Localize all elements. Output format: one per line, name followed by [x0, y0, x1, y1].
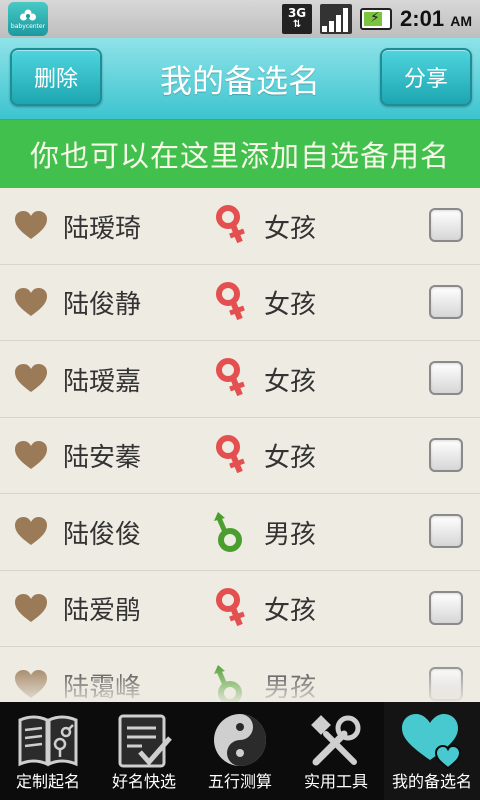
heart-icon[interactable]: [14, 363, 48, 393]
yin-yang-icon: [214, 714, 266, 766]
nav-useful-tools[interactable]: 实用工具: [288, 702, 384, 800]
list-item[interactable]: 陆霭峰 男孩: [0, 647, 480, 702]
gender-label: 男孩: [264, 672, 317, 703]
candidate-name: 陆霭峰: [63, 672, 142, 703]
tools-icon: [311, 715, 361, 766]
candidate-name: 陆瑷嘉: [63, 366, 142, 397]
select-checkbox[interactable]: [429, 590, 463, 625]
flower-icon: [20, 9, 36, 20]
list-item[interactable]: 陆瑷嘉 女孩: [0, 341, 480, 418]
select-checkbox[interactable]: [429, 361, 463, 395]
nav-my-saved-names[interactable]: 我的备选名: [384, 702, 480, 800]
nav-five-elements[interactable]: 五行测算: [192, 702, 288, 800]
heart-icon[interactable]: [14, 516, 48, 546]
network-3g-icon: 3G ⇅: [282, 4, 313, 34]
nav-quick-pick[interactable]: 好名快选: [96, 702, 192, 800]
title-bar: 删除 我的备选名 分享: [0, 38, 480, 120]
gender-label: 女孩: [264, 290, 317, 320]
battery-charging-icon: ⚡: [360, 8, 393, 30]
banner-text: 你也可以在这里添加自选备用名: [29, 139, 450, 173]
female-symbol-icon: [216, 358, 245, 397]
nav-label: 好名快选: [111, 772, 176, 791]
page-title: 我的备选名: [159, 62, 320, 100]
nav-label: 我的备选名: [391, 772, 472, 791]
gender-label: 女孩: [264, 213, 317, 244]
bottom-navigation: 定制起名 好名快选 五行测算 实用工具 我的备选名: [0, 702, 480, 800]
network-type: 3G: [287, 6, 307, 20]
candidate-name: 陆俊俊: [63, 519, 142, 550]
female-symbol-icon: [216, 205, 245, 244]
list-item[interactable]: 陆俊静 女孩: [0, 265, 480, 341]
candidate-name: 陆瑷琦: [63, 213, 142, 244]
list-item[interactable]: 陆瑷琦 女孩: [0, 188, 480, 265]
heart-icon[interactable]: [14, 593, 48, 623]
saved-names-list[interactable]: 陆瑷琦 女孩 陆俊静 女孩 陆瑷嘉 女孩 陆安蓁 女孩 陆俊俊 男孩 陆爱鹃 女…: [0, 188, 480, 702]
heart-icon[interactable]: [14, 210, 48, 240]
select-checkbox[interactable]: [429, 208, 463, 242]
heart-icon[interactable]: [14, 287, 48, 317]
gender-label: 女孩: [264, 366, 317, 397]
select-checkbox[interactable]: [429, 284, 463, 319]
gender-label: 女孩: [264, 596, 317, 626]
list-item[interactable]: 陆安蓁 女孩: [0, 418, 480, 494]
female-symbol-icon: [216, 434, 245, 473]
nav-label: 五行测算: [207, 772, 272, 791]
candidate-name: 陆俊静: [63, 290, 142, 320]
app-notification-icon: babycenter: [8, 2, 48, 36]
status-clock: 2:01 AM: [400, 6, 472, 32]
select-checkbox[interactable]: [429, 437, 463, 472]
clock-ampm: AM: [450, 13, 472, 29]
candidate-name: 陆爱鹃: [63, 596, 142, 626]
list-item[interactable]: 陆俊俊 男孩: [0, 494, 480, 571]
gender-label: 女孩: [264, 443, 317, 473]
nav-label: 实用工具: [303, 772, 368, 791]
heart-icon[interactable]: [14, 669, 48, 699]
signal-strength-icon: [320, 4, 353, 34]
select-checkbox[interactable]: [429, 514, 463, 548]
male-symbol-icon: [214, 512, 242, 552]
male-symbol-icon: [214, 665, 242, 702]
share-button[interactable]: 分享: [380, 48, 472, 106]
book-gender-icon: [18, 715, 78, 767]
checklist-icon: [118, 714, 172, 768]
gender-label: 男孩: [264, 519, 317, 550]
add-custom-name-banner[interactable]: 你也可以在这里添加自选备用名: [0, 120, 480, 188]
female-symbol-icon: [216, 281, 245, 320]
female-symbol-icon: [216, 587, 245, 626]
list-item[interactable]: 陆爱鹃 女孩: [0, 571, 480, 647]
clock-time: 2:01: [400, 6, 445, 31]
app-icon-text: babycenter: [10, 22, 46, 30]
nav-label: 定制起名: [15, 772, 80, 791]
delete-button[interactable]: 删除: [10, 48, 102, 106]
heart-icon[interactable]: [14, 440, 48, 470]
status-bar: babycenter 3G ⇅ ⚡ 2:01 AM: [0, 0, 480, 38]
select-checkbox[interactable]: [429, 667, 463, 701]
candidate-name: 陆安蓁: [63, 443, 142, 473]
nav-custom-naming[interactable]: 定制起名: [0, 702, 96, 800]
hearts-icon: [402, 714, 462, 770]
